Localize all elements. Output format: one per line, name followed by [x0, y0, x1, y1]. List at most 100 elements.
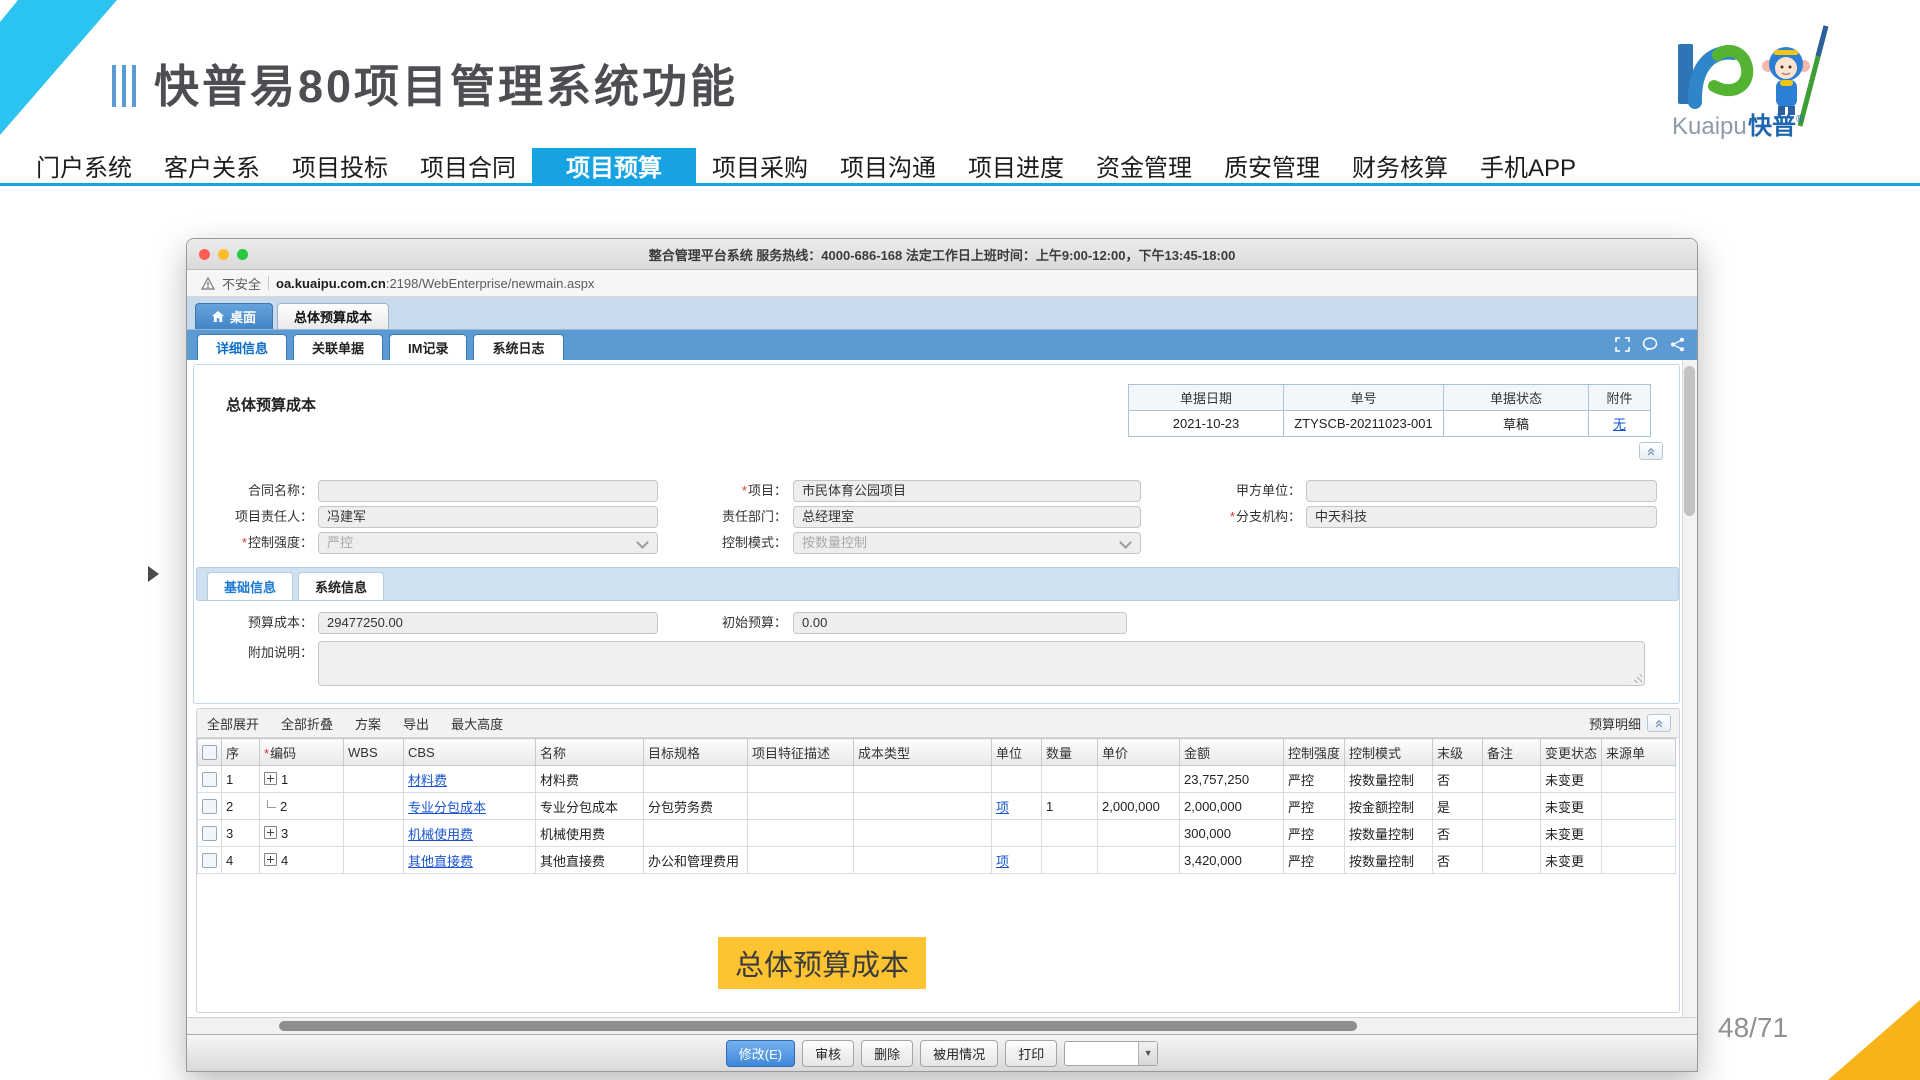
- detail-tab[interactable]: IM记录: [389, 334, 467, 360]
- cell-unit: [992, 766, 1042, 793]
- footer-button[interactable]: 修改(E): [726, 1040, 795, 1067]
- nav-item[interactable]: 门户系统: [20, 148, 148, 183]
- nav-item[interactable]: 项目采购: [696, 148, 824, 183]
- collapse-chip[interactable]: [1639, 442, 1663, 460]
- column-label: 编码: [270, 746, 296, 761]
- cell-name: 其他直接费: [536, 847, 644, 874]
- nav-item[interactable]: 项目预算: [532, 148, 696, 183]
- code-label: 3: [281, 826, 288, 841]
- cbs-link[interactable]: 材料费: [408, 773, 447, 788]
- unit-link[interactable]: 项: [996, 854, 1009, 869]
- initial-budget-field[interactable]: 0.00: [793, 612, 1127, 634]
- column-header: 单位: [992, 739, 1042, 766]
- project-manager-field[interactable]: 冯建军: [318, 506, 658, 528]
- row-checkbox[interactable]: [202, 799, 217, 814]
- home-icon: [212, 311, 224, 322]
- toolbar-item[interactable]: 全部折叠: [281, 714, 333, 733]
- column-header: 序: [222, 739, 260, 766]
- row-checkbox[interactable]: [202, 853, 217, 868]
- budget-cost-field[interactable]: 29477250.00: [318, 612, 658, 634]
- field-label: 初始预算：: [647, 612, 787, 634]
- expand-icon[interactable]: [264, 826, 277, 839]
- address-bar[interactable]: 不安全 oa.kuaipu.com.cn:2198/WebEnterprise/…: [187, 270, 1697, 297]
- detail-tab[interactable]: 关联单据: [293, 334, 383, 360]
- cell-change: 未变更: [1541, 766, 1602, 793]
- cell-mode: 按数量控制: [1345, 766, 1433, 793]
- nav-item[interactable]: 客户关系: [148, 148, 276, 183]
- nav-item[interactable]: 项目沟通: [824, 148, 952, 183]
- nav-item[interactable]: 手机APP: [1464, 148, 1592, 183]
- cell-price: 2,000,000: [1098, 793, 1180, 820]
- print-template-dropdown[interactable]: ▼: [1064, 1041, 1158, 1066]
- window-tab-label: 桌面: [230, 307, 256, 326]
- resize-handle[interactable]: [1631, 672, 1642, 683]
- unit-link[interactable]: 项: [996, 800, 1009, 815]
- cell-name: 材料费: [536, 766, 644, 793]
- cell-name: 专业分包成本: [536, 793, 644, 820]
- cell-strength: 严控: [1284, 847, 1345, 874]
- control-mode-select[interactable]: 按数量控制: [793, 532, 1141, 554]
- cbs-link[interactable]: 机械使用费: [408, 827, 473, 842]
- tree-connector: [267, 800, 276, 808]
- field-label: *项目：: [647, 480, 787, 502]
- toolbar-item[interactable]: 导出: [403, 714, 429, 733]
- footer-button[interactable]: 删除: [861, 1040, 913, 1067]
- nav-item[interactable]: 财务核算: [1336, 148, 1464, 183]
- project-field[interactable]: 市民体育公园项目: [793, 480, 1141, 502]
- row-checkbox[interactable]: [202, 772, 217, 787]
- window-tab[interactable]: 桌面: [195, 303, 273, 329]
- detail-tab[interactable]: 详细信息: [197, 334, 287, 360]
- attachment-link[interactable]: 无: [1613, 417, 1626, 432]
- minimize-button[interactable]: [218, 249, 229, 260]
- cell-amount: 23,757,250: [1180, 766, 1284, 793]
- dropdown-arrow-icon[interactable]: ▼: [1138, 1042, 1157, 1065]
- window-tab[interactable]: 总体预算成本: [277, 303, 389, 329]
- nav-item[interactable]: 项目投标: [276, 148, 404, 183]
- h-scrollbar-thumb[interactable]: [279, 1021, 1357, 1031]
- column-header: 末级: [1433, 739, 1483, 766]
- branch-field[interactable]: 中天科技: [1306, 506, 1657, 528]
- share-icon[interactable]: [1670, 337, 1685, 352]
- nav-item[interactable]: 质安管理: [1208, 148, 1336, 183]
- detail-tab[interactable]: 系统日志: [473, 334, 563, 360]
- cell-strength: 严控: [1284, 793, 1345, 820]
- footer-button[interactable]: 被用情况: [920, 1040, 998, 1067]
- window-title: 整合管理平台系统 服务热线：4000-686-168 法定工作日上班时间：上午9…: [649, 245, 1236, 264]
- contract-name-field[interactable]: [318, 480, 658, 502]
- section-tab-basic[interactable]: 基础信息: [207, 572, 293, 600]
- v-scrollbar-thumb[interactable]: [1684, 366, 1695, 516]
- note-textarea[interactable]: [318, 641, 1645, 686]
- header-checkbox[interactable]: [202, 745, 217, 760]
- owner-unit-field[interactable]: [1306, 480, 1657, 502]
- table-row: 22专业分包成本专业分包成本分包劳务费项12,000,0002,000,000严…: [198, 793, 1676, 820]
- cell-cbs: 专业分包成本: [404, 793, 536, 820]
- zoom-button[interactable]: [237, 249, 248, 260]
- footer-button[interactable]: 审核: [802, 1040, 854, 1067]
- section-tab-system[interactable]: 系统信息: [298, 572, 384, 600]
- control-strength-select[interactable]: 严控: [318, 532, 658, 554]
- chat-icon[interactable]: [1642, 337, 1658, 352]
- cell-cost-type: [854, 766, 992, 793]
- toolbar-item[interactable]: 最大高度: [451, 714, 503, 733]
- department-field[interactable]: 总经理室: [793, 506, 1141, 528]
- fullscreen-icon[interactable]: [1615, 337, 1630, 352]
- collapse-chip[interactable]: [1647, 714, 1671, 732]
- nav-item[interactable]: 项目进度: [952, 148, 1080, 183]
- column-header: 数量: [1042, 739, 1098, 766]
- info-header: 单据日期: [1129, 385, 1284, 411]
- nav-item[interactable]: 项目合同: [404, 148, 532, 183]
- cell-seq: 4: [222, 847, 260, 874]
- field-label: 甲方单位：: [1171, 480, 1301, 502]
- vertical-scrollbar: [1682, 360, 1697, 1017]
- row-checkbox[interactable]: [202, 826, 217, 841]
- nav-item[interactable]: 资金管理: [1080, 148, 1208, 183]
- expand-icon[interactable]: [264, 772, 277, 785]
- cbs-link[interactable]: 其他直接费: [408, 854, 473, 869]
- slide-title: 快普易80项目管理系统功能: [154, 50, 738, 115]
- close-button[interactable]: [199, 249, 210, 260]
- footer-button[interactable]: 打印: [1005, 1040, 1057, 1067]
- expand-icon[interactable]: [264, 853, 277, 866]
- toolbar-item[interactable]: 方案: [355, 714, 381, 733]
- toolbar-item[interactable]: 全部展开: [207, 714, 259, 733]
- cbs-link[interactable]: 专业分包成本: [408, 800, 486, 815]
